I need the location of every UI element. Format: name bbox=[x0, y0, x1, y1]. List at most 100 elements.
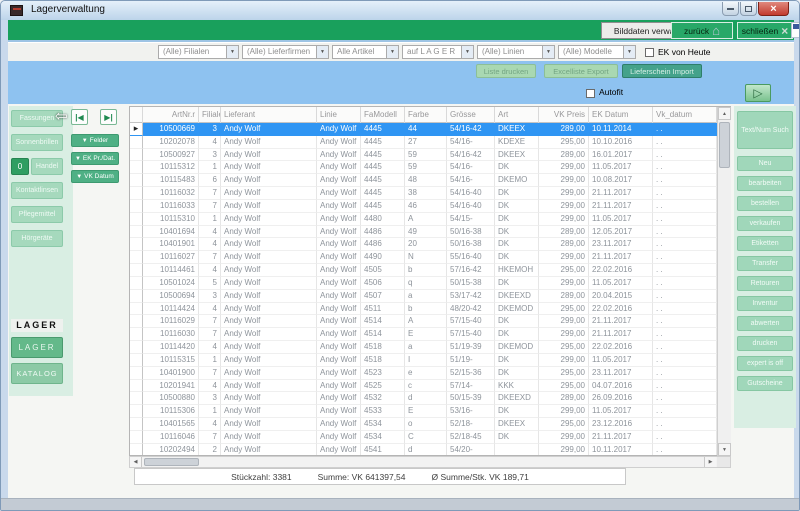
row-selector[interactable] bbox=[130, 444, 143, 456]
forward-button[interactable]: ▷ bbox=[745, 84, 771, 102]
row-selector[interactable] bbox=[130, 251, 143, 264]
table-row[interactable]: 105009273Andy WolfAndy Wolf44455954/16-4… bbox=[130, 149, 730, 162]
lieferschein-import-button[interactable]: Lieferschein Import bbox=[622, 64, 702, 78]
last-record-button[interactable]: ▶| bbox=[100, 109, 117, 125]
row-selector[interactable] bbox=[130, 238, 143, 251]
drucken-button[interactable]: drucken bbox=[737, 336, 793, 351]
chevron-down-icon[interactable]: ▼ bbox=[623, 46, 635, 58]
abwerten-button[interactable]: abwerten bbox=[737, 316, 793, 331]
row-selector[interactable] bbox=[130, 277, 143, 290]
table-row[interactable]: 101160307Andy WolfAndy Wolf4514E57/15-40… bbox=[130, 328, 730, 341]
table-row[interactable]: 101160277Andy WolfAndy Wolf4490N55/16-40… bbox=[130, 251, 730, 264]
row-selector[interactable] bbox=[130, 149, 143, 162]
column-header-famodell[interactable]: FaModell bbox=[361, 107, 405, 123]
sidebar-item-kontaktlinsen[interactable]: Kontaktlinsen bbox=[11, 182, 63, 199]
row-selector[interactable] bbox=[130, 315, 143, 328]
vertical-scrollbar[interactable]: ▲ ▼ bbox=[717, 107, 731, 456]
column-header-art[interactable]: Art bbox=[495, 107, 539, 123]
chevron-down-icon[interactable]: ▼ bbox=[226, 46, 238, 58]
table-row[interactable]: 101153151Andy WolfAndy Wolf4518I51/19-DK… bbox=[130, 354, 730, 367]
column-header-farbe[interactable]: Farbe bbox=[405, 107, 447, 123]
row-selector[interactable] bbox=[130, 405, 143, 418]
felder-button[interactable]: ▼ Felder bbox=[71, 134, 119, 147]
text-num-such-button[interactable]: Text/Num Such bbox=[737, 111, 793, 149]
row-selector[interactable] bbox=[130, 341, 143, 354]
row-selector[interactable] bbox=[130, 303, 143, 316]
row-selector[interactable] bbox=[130, 367, 143, 380]
autofit-checkbox[interactable] bbox=[586, 89, 595, 98]
row-selector[interactable] bbox=[130, 187, 143, 200]
scroll-up-icon[interactable]: ▲ bbox=[718, 107, 731, 120]
lieferfirmen-dropdown[interactable]: (Alle) Lieferfirmen ▼ bbox=[242, 45, 329, 59]
lager-button[interactable]: LAGER bbox=[11, 337, 63, 358]
column-header-filiale[interactable]: Filiale bbox=[199, 107, 221, 123]
close-button[interactable]: × bbox=[758, 2, 789, 16]
table-row[interactable]: 101160337Andy WolfAndy Wolf44454654/16-4… bbox=[130, 200, 730, 213]
chevron-down-icon[interactable]: ▼ bbox=[386, 46, 398, 58]
row-selector[interactable] bbox=[130, 200, 143, 213]
lager-dropdown[interactable]: auf L A G E R ▼ bbox=[402, 45, 474, 59]
bestellen-button[interactable]: bestellen bbox=[737, 196, 793, 211]
modelle-dropdown[interactable]: (Alle) Modelle ▼ bbox=[558, 45, 636, 59]
table-row[interactable]: 104019007Andy WolfAndy Wolf4523e52/15-36… bbox=[130, 367, 730, 380]
table-row[interactable]: 101160327Andy WolfAndy Wolf44453854/16-4… bbox=[130, 187, 730, 200]
row-selector[interactable] bbox=[130, 418, 143, 431]
row-selector[interactable] bbox=[130, 392, 143, 405]
table-row[interactable]: 104015654Andy WolfAndy Wolf4534o52/18-DK… bbox=[130, 418, 730, 431]
first-record-button[interactable]: |◀ bbox=[71, 109, 88, 125]
scroll-down-icon[interactable]: ▼ bbox=[718, 443, 731, 456]
table-row[interactable]: 104019014Andy WolfAndy Wolf44862050/16-3… bbox=[130, 238, 730, 251]
inventur-button[interactable]: Inventur bbox=[737, 296, 793, 311]
artikel-dropdown[interactable]: Alle Artikel ▼ bbox=[332, 45, 399, 59]
gutscheine-button[interactable]: Gutscheine bbox=[737, 376, 793, 391]
sidebar-item-sonnenbrillen[interactable]: Sonnenbrillen bbox=[11, 134, 63, 151]
row-selector[interactable] bbox=[130, 328, 143, 341]
table-row[interactable]: 101160467Andy WolfAndy Wolf4534C52/18-45… bbox=[130, 431, 730, 444]
bearbeiten-button[interactable]: bearbeiten bbox=[737, 176, 793, 191]
scroll-left-icon[interactable]: ◀ bbox=[130, 457, 142, 467]
column-header-lieferant[interactable]: Lieferant bbox=[221, 107, 317, 123]
table-row[interactable]: 101144204Andy WolfAndy Wolf4518a51/19-39… bbox=[130, 341, 730, 354]
table-row[interactable]: 101144614Andy WolfAndy Wolf4505b57/16-42… bbox=[130, 264, 730, 277]
liste-drucken-button[interactable]: Liste drucken bbox=[476, 64, 536, 78]
verkaufen-button[interactable]: verkaufen bbox=[737, 216, 793, 231]
table-row[interactable]: 101153061Andy WolfAndy Wolf4533E53/16-DK… bbox=[130, 405, 730, 418]
table-row[interactable]: 102024942Andy WolfAndy Wolf4541d54/20-29… bbox=[130, 444, 730, 456]
expert-is-off-button[interactable]: expert is off bbox=[737, 356, 793, 371]
etiketten-button[interactable]: Etiketten bbox=[737, 236, 793, 251]
row-selector[interactable] bbox=[130, 161, 143, 174]
horizontal-scrollbar[interactable]: ◀ ▶ bbox=[129, 456, 731, 468]
row-selector[interactable] bbox=[130, 264, 143, 277]
minimize-button[interactable] bbox=[722, 2, 739, 16]
table-row[interactable]: 105010245Andy WolfAndy Wolf4506q50/15-38… bbox=[130, 277, 730, 290]
table-row[interactable]: ▸105006693Andy WolfAndy Wolf44454454/16-… bbox=[130, 123, 730, 136]
ek-von-heute-checkbox[interactable] bbox=[645, 48, 654, 57]
scrollbar-thumb[interactable] bbox=[144, 458, 199, 466]
table-row[interactable]: 104016944Andy WolfAndy Wolf44864950/16-3… bbox=[130, 226, 730, 239]
row-selector[interactable] bbox=[130, 174, 143, 187]
row-selector[interactable] bbox=[130, 354, 143, 367]
transfer-button[interactable]: Transfer bbox=[737, 256, 793, 271]
sidebar-item-handel[interactable]: Handel bbox=[31, 158, 63, 175]
row-selector[interactable] bbox=[130, 431, 143, 444]
sidebar-item-pflegemittel[interactable]: Pflegemittel bbox=[11, 206, 63, 223]
table-row[interactable]: 105008803Andy WolfAndy Wolf4532d50/15-39… bbox=[130, 392, 730, 405]
mini-window-button[interactable] bbox=[791, 22, 800, 38]
ek-pr-dat-button[interactable]: ▼ EK Pr./Dat. bbox=[71, 152, 119, 165]
scrollbar-thumb[interactable] bbox=[719, 122, 730, 168]
row-selector[interactable] bbox=[130, 226, 143, 239]
sidebar-item-h-rger-te[interactable]: Hörgeräte bbox=[11, 230, 63, 247]
row-selector[interactable] bbox=[130, 213, 143, 226]
zurueck-button[interactable]: zurück ⌂ bbox=[671, 22, 733, 39]
table-row[interactable]: 102019414Andy WolfAndy Wolf4525c57/14-KK… bbox=[130, 380, 730, 393]
neu-button[interactable]: Neu bbox=[737, 156, 793, 171]
retouren-button[interactable]: Retouren bbox=[737, 276, 793, 291]
row-selector[interactable]: ▸ bbox=[130, 123, 143, 136]
filialen-dropdown[interactable]: (Alle) Filialen ▼ bbox=[158, 45, 239, 59]
chevron-down-icon[interactable]: ▼ bbox=[316, 46, 328, 58]
column-header-vk-preis[interactable]: VK Preis bbox=[539, 107, 589, 123]
row-selector[interactable] bbox=[130, 290, 143, 303]
vk-datum-button[interactable]: ▼ VK Datum bbox=[71, 170, 119, 183]
table-row[interactable]: 105006943Andy WolfAndy Wolf4507a53/17-42… bbox=[130, 290, 730, 303]
row-selector[interactable] bbox=[130, 136, 143, 149]
